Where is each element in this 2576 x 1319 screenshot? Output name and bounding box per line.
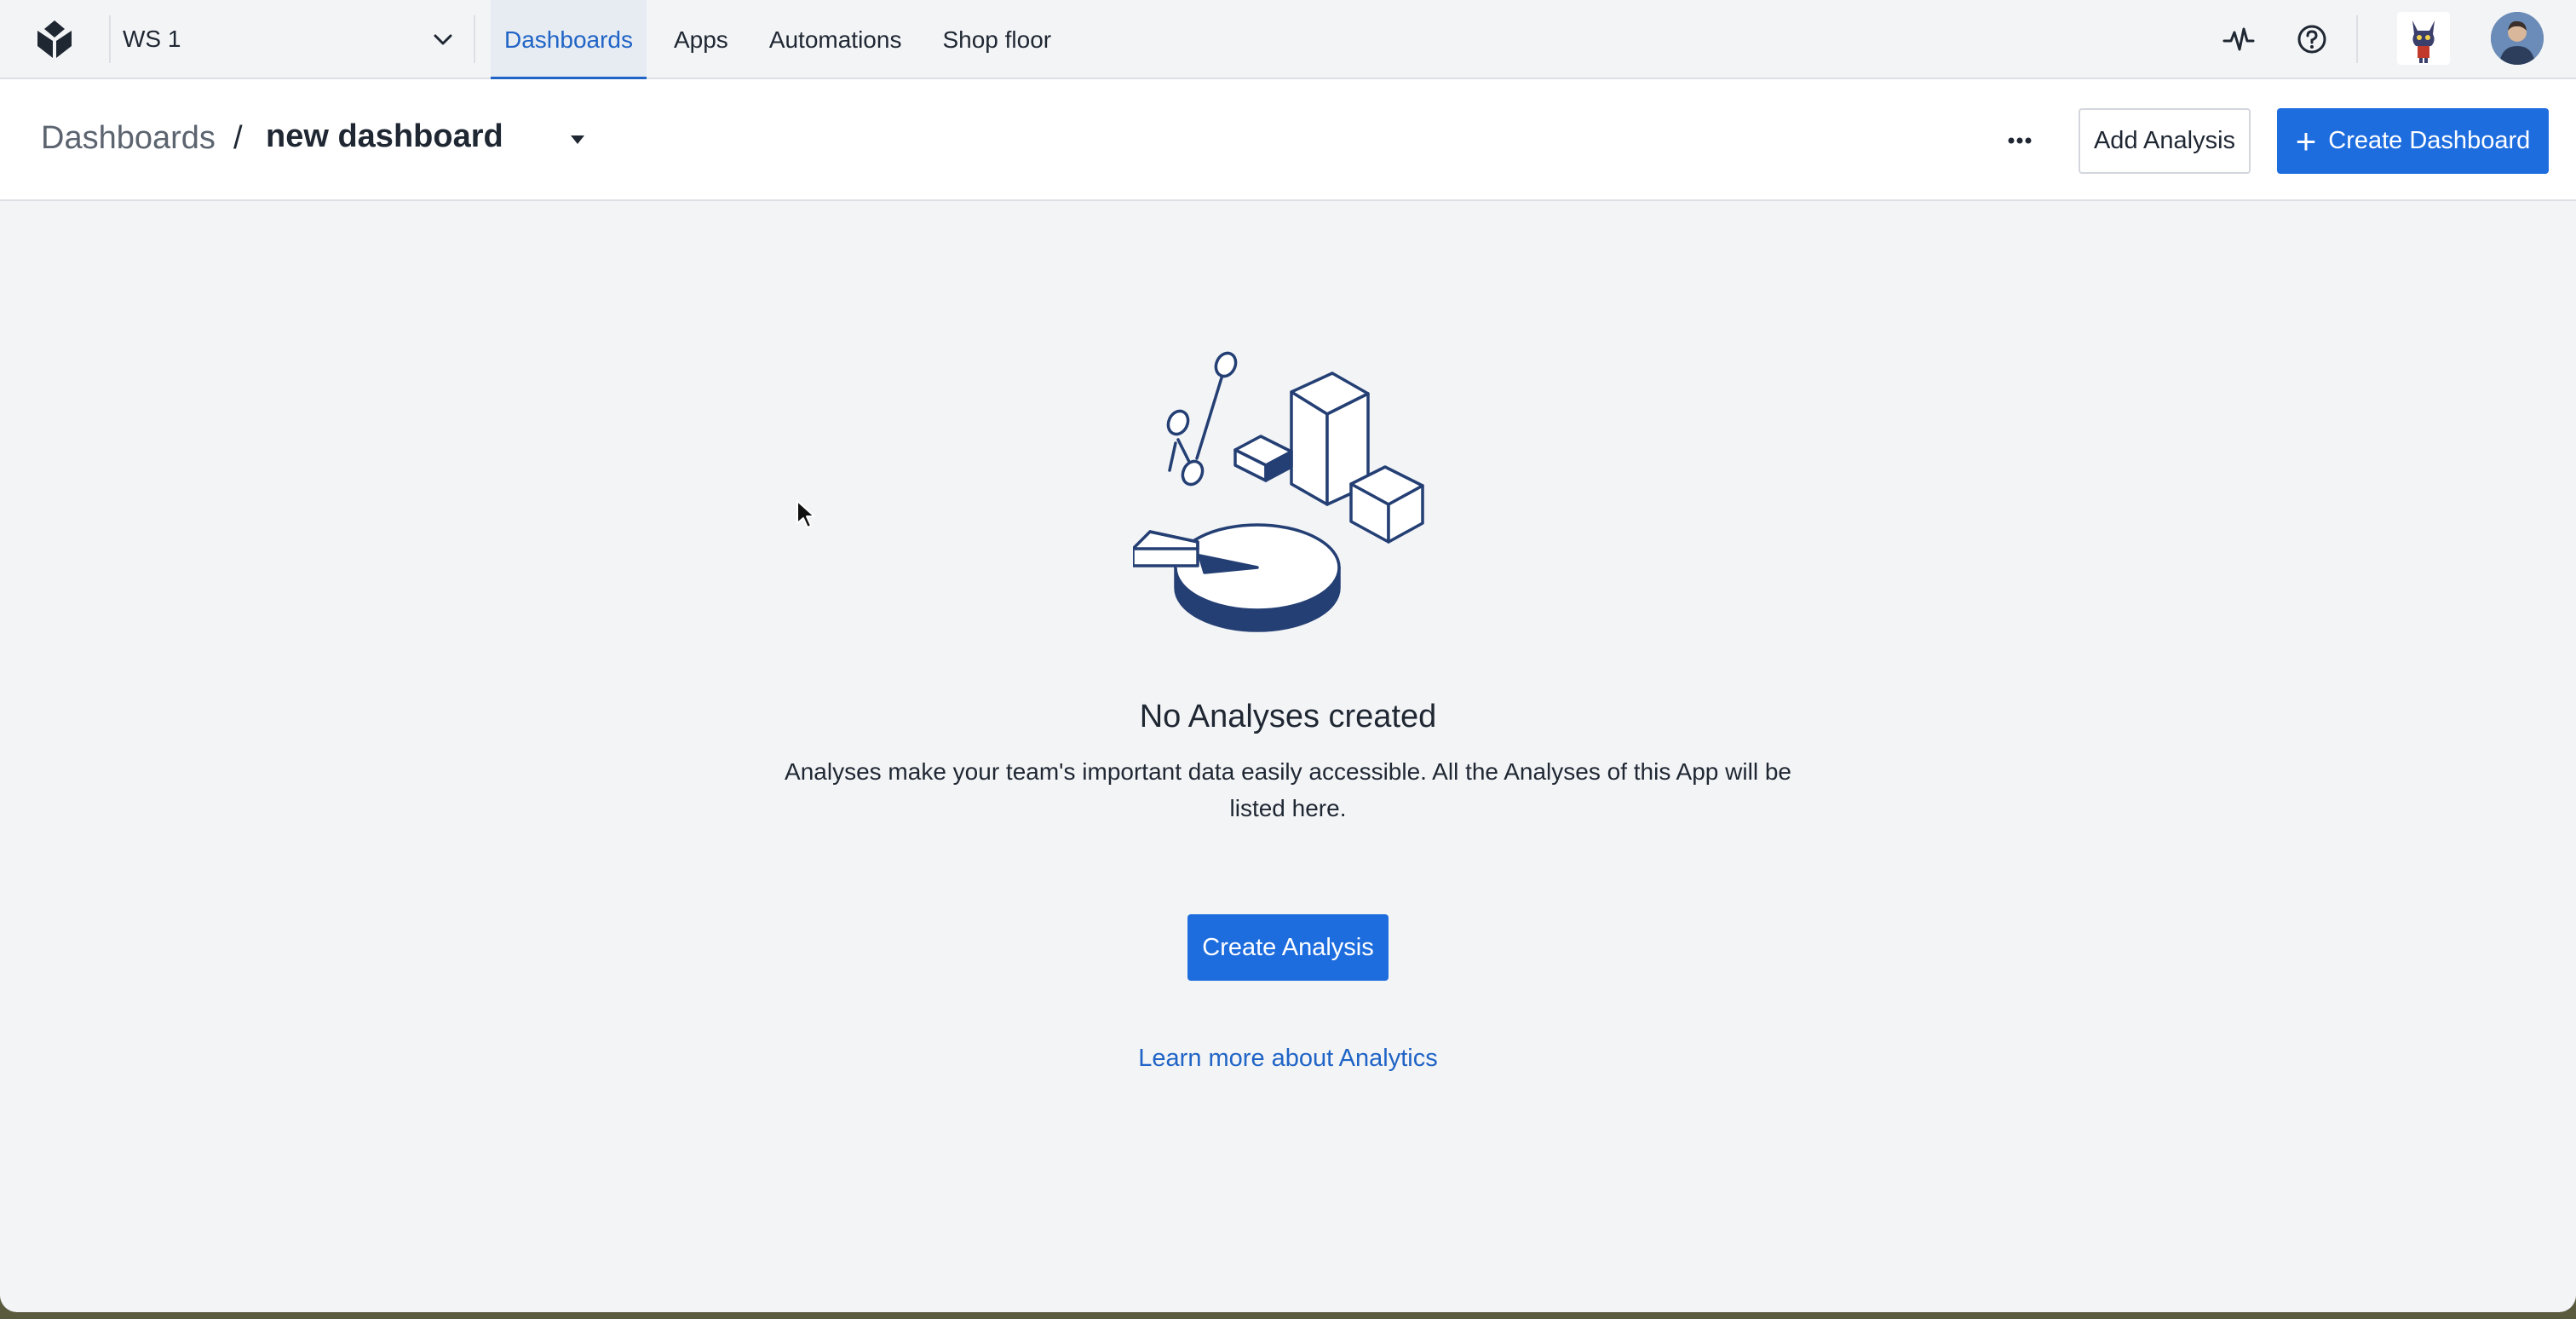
user-avatar[interactable] [2491, 12, 2544, 65]
help-icon[interactable] [2295, 22, 2329, 56]
app-window: WS 1 Dashboards Apps Automations Shop fl… [0, 0, 2576, 1312]
analytics-illustration [1133, 351, 1424, 632]
empty-state-title: No Analyses created [1139, 699, 1437, 734]
breadcrumb-separator: / [233, 120, 243, 156]
top-navigation: WS 1 Dashboards Apps Automations Shop fl… [0, 0, 2576, 81]
plus-icon: + [2295, 120, 2317, 161]
workspace-label: WS 1 [123, 25, 181, 52]
more-options-button[interactable] [2000, 121, 2039, 160]
create-dashboard-button[interactable]: + Create Dashboard [2277, 108, 2549, 174]
learn-more-link[interactable]: Learn more about Analytics [0, 1045, 2576, 1073]
tab-dashboards[interactable]: Dashboards [491, 0, 647, 81]
divider [2356, 15, 2358, 63]
activity-icon[interactable] [2222, 22, 2256, 56]
nav-tabs: Dashboards Apps Automations Shop floor [491, 0, 1078, 81]
divider [474, 15, 475, 63]
tab-shop-floor[interactable]: Shop floor [929, 0, 1065, 79]
workspace-select[interactable]: WS 1 [111, 0, 474, 78]
create-analysis-button[interactable]: Create Analysis [1187, 914, 1389, 981]
breadcrumb-dashboards[interactable]: Dashboards [41, 120, 216, 157]
tab-apps[interactable]: Apps [660, 0, 742, 79]
tab-automations[interactable]: Automations [756, 0, 916, 79]
user-photo-icon [2491, 12, 2544, 65]
dashboard-title: new dashboard [266, 118, 503, 154]
create-dashboard-label: Create Dashboard [2328, 127, 2531, 154]
chevron-down-icon [434, 34, 452, 45]
app-mascot-avatar[interactable] [2397, 12, 2450, 65]
caret-down-icon[interactable] [566, 131, 589, 148]
tulip-logo-icon[interactable] [31, 15, 78, 63]
empty-state-description: Analyses make your team's important data… [785, 758, 1791, 821]
add-analysis-button[interactable]: Add Analysis [2079, 108, 2251, 174]
cat-mascot-icon [2412, 20, 2435, 63]
mouse-pointer-icon [796, 500, 815, 528]
ellipsis-icon [2008, 137, 2032, 144]
